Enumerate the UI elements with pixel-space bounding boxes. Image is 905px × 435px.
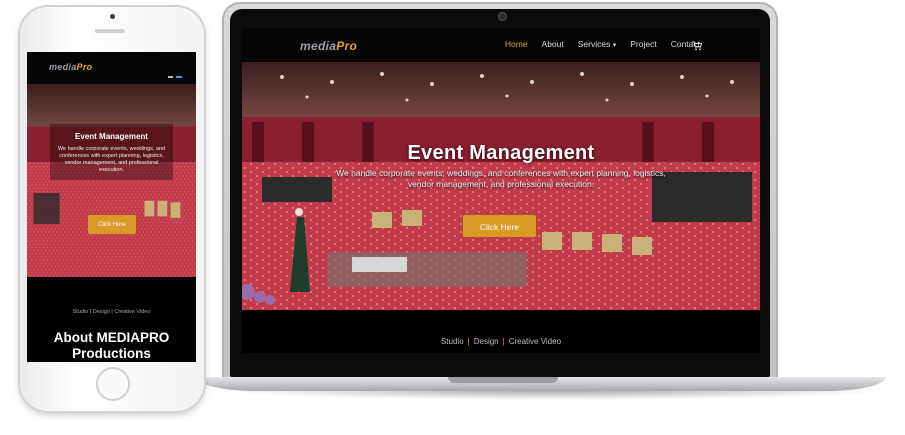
footer-separator: | <box>467 337 470 346</box>
laptop-camera <box>499 13 506 20</box>
footer-separator: | <box>502 337 505 346</box>
hero-description: We handle corporate events, weddings, an… <box>336 168 666 189</box>
desktop-footer-links: Studio | Design | Creative Video <box>242 337 760 346</box>
logo-pro: Pro <box>336 39 358 53</box>
mobile-logo[interactable]: mediaPro <box>49 62 92 72</box>
cart-icon[interactable] <box>692 38 703 56</box>
mobile-footer-links: Studio | Design | Creative Video <box>27 309 196 315</box>
footer-creative-video[interactable]: Creative Video <box>114 309 150 315</box>
hero-title: Event Management <box>407 142 595 164</box>
click-here-button[interactable]: Click Here <box>463 215 536 237</box>
mobile-navbar: mediaPro <box>27 52 196 84</box>
about-heading-line1: About MEDIAPRO <box>53 330 170 345</box>
nav-services[interactable]: Services ▾ <box>578 39 616 49</box>
phone-home-button[interactable] <box>96 367 130 401</box>
laptop-base-notch <box>448 377 558 383</box>
footer-design[interactable]: Design <box>93 309 110 315</box>
footer-creative-video[interactable]: Creative Video <box>509 337 561 346</box>
desktop-nav-menu: Home About Services ▾ Project Contact <box>505 39 700 49</box>
mobile-hero-description: We handle corporate events, weddings, an… <box>57 146 166 173</box>
chevron-down-icon: ▾ <box>612 42 617 49</box>
about-heading-line2: Productions <box>72 346 151 361</box>
logo-pro: Pro <box>76 62 93 72</box>
about-heading: About MEDIAPRO Productions <box>27 330 196 362</box>
mobile-hero-title: Event Management <box>75 132 148 141</box>
nav-services-label: Services <box>577 39 611 49</box>
nav-about[interactable]: About <box>542 39 564 49</box>
footer-studio[interactable]: Studio <box>441 337 464 346</box>
mobile-site-screen: mediaPro Event Management We handle corp… <box>27 52 196 362</box>
footer-separator: | <box>89 309 92 315</box>
mobile-click-here-button[interactable]: Click Here <box>88 215 136 234</box>
logo-media: media <box>300 39 337 53</box>
desktop-site-screen: mediaPro Home About Services ▾ Project C… <box>242 28 760 353</box>
menu-icon[interactable] <box>168 66 182 78</box>
footer-design[interactable]: Design <box>474 337 499 346</box>
mobile-hero <box>27 84 196 277</box>
logo-media: media <box>49 62 77 72</box>
desktop-logo[interactable]: mediaPro <box>300 39 357 53</box>
event-hall-image <box>27 84 196 277</box>
nav-project[interactable]: Project <box>630 39 656 49</box>
phone-speaker <box>95 29 125 33</box>
desktop-navbar: mediaPro Home About Services ▾ Project C… <box>242 28 760 62</box>
footer-separator: | <box>111 309 113 315</box>
footer-studio[interactable]: Studio <box>73 309 89 315</box>
nav-home[interactable]: Home <box>505 39 528 49</box>
phone-front-camera <box>110 14 115 19</box>
